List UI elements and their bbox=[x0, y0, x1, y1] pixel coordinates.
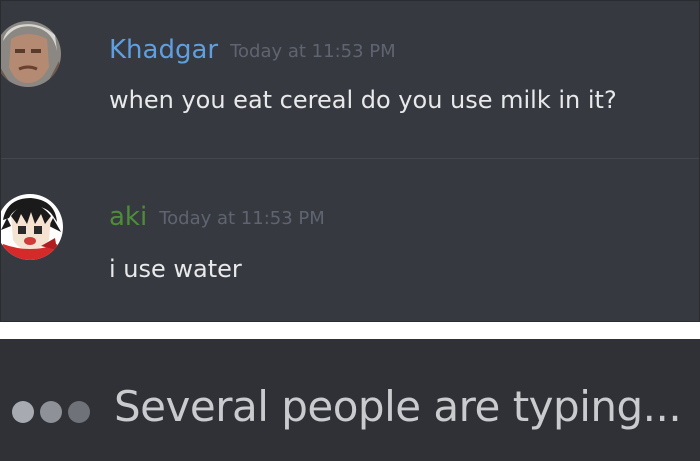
chat-messages-panel: Khadgar Today at 11:53 PM when you eat ce… bbox=[0, 0, 700, 322]
timestamp: Today at 11:53 PM bbox=[230, 41, 396, 62]
username[interactable]: aki bbox=[109, 202, 147, 232]
message-item: Khadgar Today at 11:53 PM when you eat ce… bbox=[1, 1, 699, 159]
avatar[interactable] bbox=[1, 21, 61, 87]
typing-dot bbox=[68, 401, 90, 423]
typing-indicator-text: Several people are typing... bbox=[114, 382, 682, 431]
message-item: aki Today at 11:53 PM i use water bbox=[1, 160, 699, 321]
khadgar-avatar-image bbox=[1, 21, 61, 87]
typing-dot bbox=[12, 401, 34, 423]
avatar[interactable] bbox=[1, 194, 63, 260]
message-divider bbox=[1, 158, 699, 159]
typing-dot bbox=[40, 401, 62, 423]
message-text: when you eat cereal do you use milk in i… bbox=[109, 86, 617, 114]
typing-dots-icon bbox=[12, 401, 102, 425]
message-header: aki Today at 11:53 PM bbox=[109, 202, 325, 232]
message-header: Khadgar Today at 11:53 PM bbox=[109, 35, 396, 65]
typing-indicator-bar: Several people are typing... bbox=[0, 339, 700, 461]
aki-avatar-image bbox=[1, 194, 63, 260]
message-text: i use water bbox=[109, 255, 242, 283]
username[interactable]: Khadgar bbox=[109, 35, 218, 65]
timestamp: Today at 11:53 PM bbox=[159, 208, 325, 229]
